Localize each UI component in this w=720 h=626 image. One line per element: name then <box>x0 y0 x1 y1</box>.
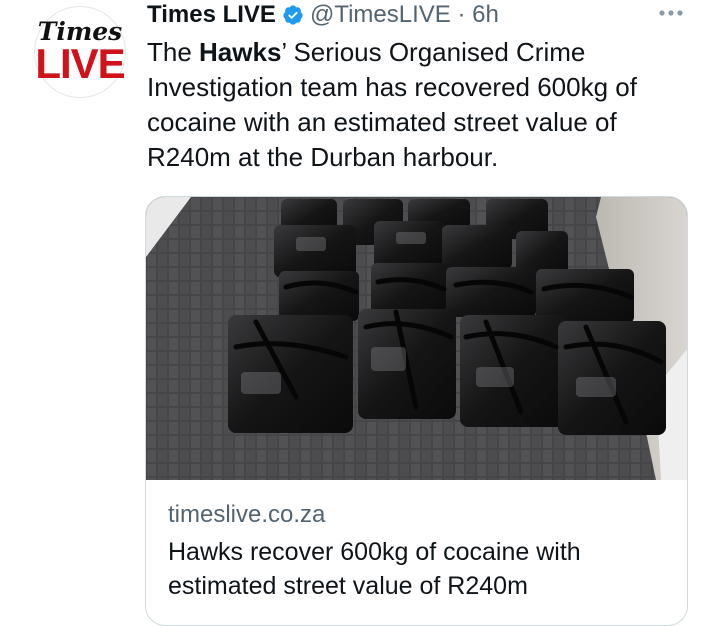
tweet-text-prefix: The <box>147 37 200 67</box>
link-card[interactable]: timeslive.co.za Hawks recover 600kg of c… <box>145 196 688 626</box>
author-handle-time[interactable]: @TimesLIVE · 6h <box>310 1 499 29</box>
tweet-text-hawks[interactable]: Hawks <box>199 37 281 67</box>
card-image[interactable] <box>146 197 688 480</box>
more-options-icon[interactable] <box>654 0 688 26</box>
card-title[interactable]: Hawks recover 600kg of cocaine with esti… <box>168 535 668 603</box>
card-domain: timeslive.co.za <box>168 501 326 528</box>
verified-badge-icon <box>282 4 304 26</box>
author-name[interactable]: Times LIVE <box>147 1 276 29</box>
tweet-text: The Hawks’ Serious Organised Crime Inves… <box>147 35 707 175</box>
author-avatar[interactable]: Times LIVE <box>34 6 126 98</box>
avatar-logo-live: LIVE <box>35 40 125 87</box>
tweet-header: Times LIVE @TimesLIVE · 6h <box>147 0 499 30</box>
